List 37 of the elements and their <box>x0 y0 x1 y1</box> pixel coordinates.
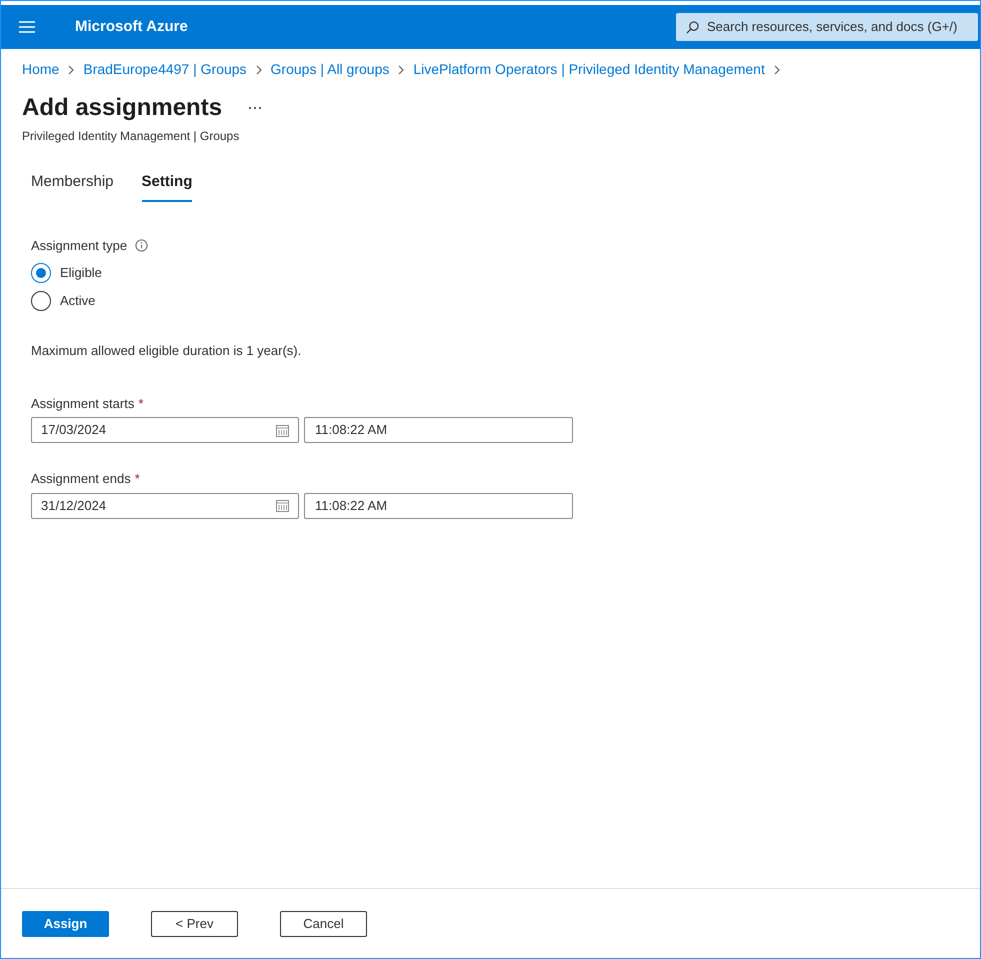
calendar-icon[interactable] <box>276 424 289 436</box>
radio-button[interactable] <box>31 263 51 283</box>
date-field[interactable]: 31/12/2024 <box>31 492 299 518</box>
page-title: Add assignments <box>22 93 222 123</box>
action-button[interactable]: Cancel <box>280 910 367 936</box>
tab[interactable]: Membership <box>31 171 114 202</box>
more-icon[interactable] <box>248 106 262 110</box>
breadcrumb-link[interactable]: LivePlatform Operators | Privileged Identity Management <box>413 59 765 80</box>
chevron-right-icon <box>398 64 404 74</box>
required-marker: * <box>138 394 144 412</box>
time-field[interactable]: 11:08:22 AM <box>304 492 573 518</box>
duration-note: Maximum allowed eligible duration is 1 year(s). <box>31 342 302 360</box>
page-subtitle: Privileged Identity Management | Groups <box>21 128 240 145</box>
search-icon <box>686 20 699 34</box>
info-icon <box>135 238 148 252</box>
radio-option[interactable]: Eligible <box>31 263 950 283</box>
action-button[interactable]: < Prev <box>151 910 238 936</box>
breadcrumb-link[interactable]: Home <box>22 59 60 80</box>
app-title: Microsoft Azure <box>75 16 188 37</box>
time-field[interactable]: 11:08:22 AM <box>304 417 573 443</box>
field-label: Assignment type <box>31 236 128 255</box>
menu-icon[interactable] <box>19 21 35 33</box>
date-field[interactable]: 17/03/2024 <box>31 417 299 443</box>
action-button[interactable]: Assign <box>22 910 109 936</box>
radio-button[interactable] <box>31 291 51 311</box>
required-marker: * <box>134 470 140 488</box>
chevron-right-icon <box>68 64 74 74</box>
breadcrumb-link[interactable]: Groups | All groups <box>270 59 390 80</box>
calendar-icon[interactable] <box>276 499 289 512</box>
tab[interactable]: Setting <box>142 171 192 202</box>
radio-option[interactable]: Active <box>31 291 950 311</box>
field-label: Assignment ends <box>31 470 131 488</box>
chevron-right-icon <box>774 64 780 74</box>
breadcrumb-link[interactable]: BradEurope4497 | Groups <box>83 59 247 80</box>
search-field[interactable]: Search resources, services, and docs (G+/) <box>676 13 978 41</box>
field-label: Assignment starts <box>31 394 134 413</box>
chevron-right-icon <box>256 64 262 74</box>
